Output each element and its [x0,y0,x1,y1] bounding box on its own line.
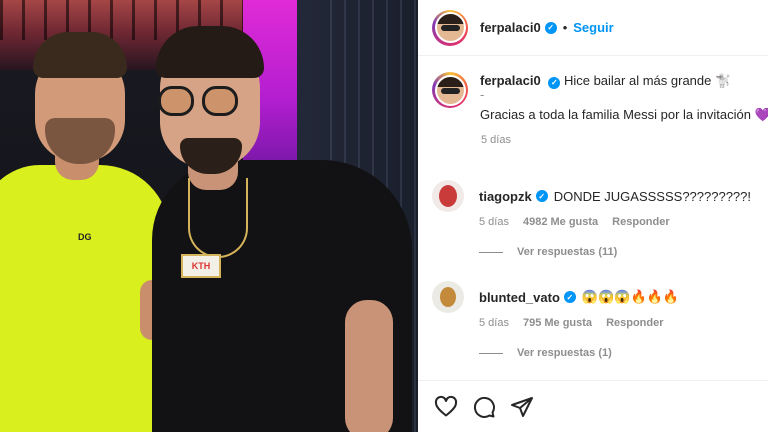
glasses [158,86,240,118]
gold-chain [188,178,248,258]
post-header: ferpalaci0 ✓ • Seguir [418,0,768,56]
view-replies-label: Ver respuestas (11) [517,246,618,258]
comment-timestamp[interactable]: 5 días [479,216,509,228]
author-username[interactable]: ferpalaci0 [480,20,541,35]
comment-icon[interactable] [472,395,496,419]
post-caption: ferpalaci0 ✓ Hice bailar al más grande 🐩… [432,72,768,146]
replies-line [479,251,503,253]
separator-dot: • [562,20,568,35]
view-replies-button[interactable]: Ver respuestas (11) [479,246,768,258]
view-replies-button[interactable]: Ver respuestas (1) [479,347,768,359]
caption-username[interactable]: ferpalaci0 [480,73,541,88]
verified-badge-icon: ✓ [535,190,548,202]
chain-pendant: KTH [181,254,221,278]
commenter-avatar[interactable] [432,180,464,212]
verified-badge-icon: ✓ [544,21,557,34]
commenter-avatar[interactable] [432,281,464,313]
comment-item: blunted_vato ✓ 😱😱😱🔥🔥🔥 5 días 795 Me gust… [432,281,768,359]
commenter-username[interactable]: tiagopzk [479,189,532,204]
author-avatar[interactable] [432,9,468,46]
comment-likes[interactable]: 4982 Me gusta [523,216,598,228]
heart-icon[interactable] [434,395,458,419]
caption-text-line2: Gracias a toda la familia Messi por la i… [480,107,768,122]
verified-badge-icon: ✓ [548,77,561,89]
shirt-logo: DG [78,232,92,242]
comment-text: 😱😱😱🔥🔥🔥 [581,289,680,304]
follow-button[interactable]: Seguir [573,20,613,35]
replies-line [479,352,503,354]
caption-text: Hice bailar al más grande 🐩 [563,73,732,88]
share-icon[interactable] [510,395,534,419]
view-replies-label: Ver respuestas (1) [517,347,612,359]
commenter-username[interactable]: blunted_vato [479,290,560,305]
comment-timestamp[interactable]: 5 días [479,317,509,329]
reply-button[interactable]: Responder [612,216,669,228]
post-side-panel: ferpalaci0 ✓ • Seguir ferpalaci0 ✓ Hice … [418,0,768,432]
comment-text: DONDE JUGASSSSS?????????! [553,188,752,204]
caption-timestamp[interactable]: 5 días [481,134,768,146]
comment-likes[interactable]: 795 Me gusta [523,317,592,329]
person-left-hair [33,32,127,78]
person-right-arm [345,300,393,432]
post-actions [418,380,768,432]
caption-author-avatar[interactable] [432,72,468,108]
post-photo[interactable]: DG KTH [0,0,418,432]
caption-separator: - [480,87,485,102]
comment-item: tiagopzk ✓ DONDE JUGASSSSS?????????! 5 d… [432,180,768,258]
reply-button[interactable]: Responder [606,317,663,329]
verified-badge-icon: ✓ [563,291,576,303]
